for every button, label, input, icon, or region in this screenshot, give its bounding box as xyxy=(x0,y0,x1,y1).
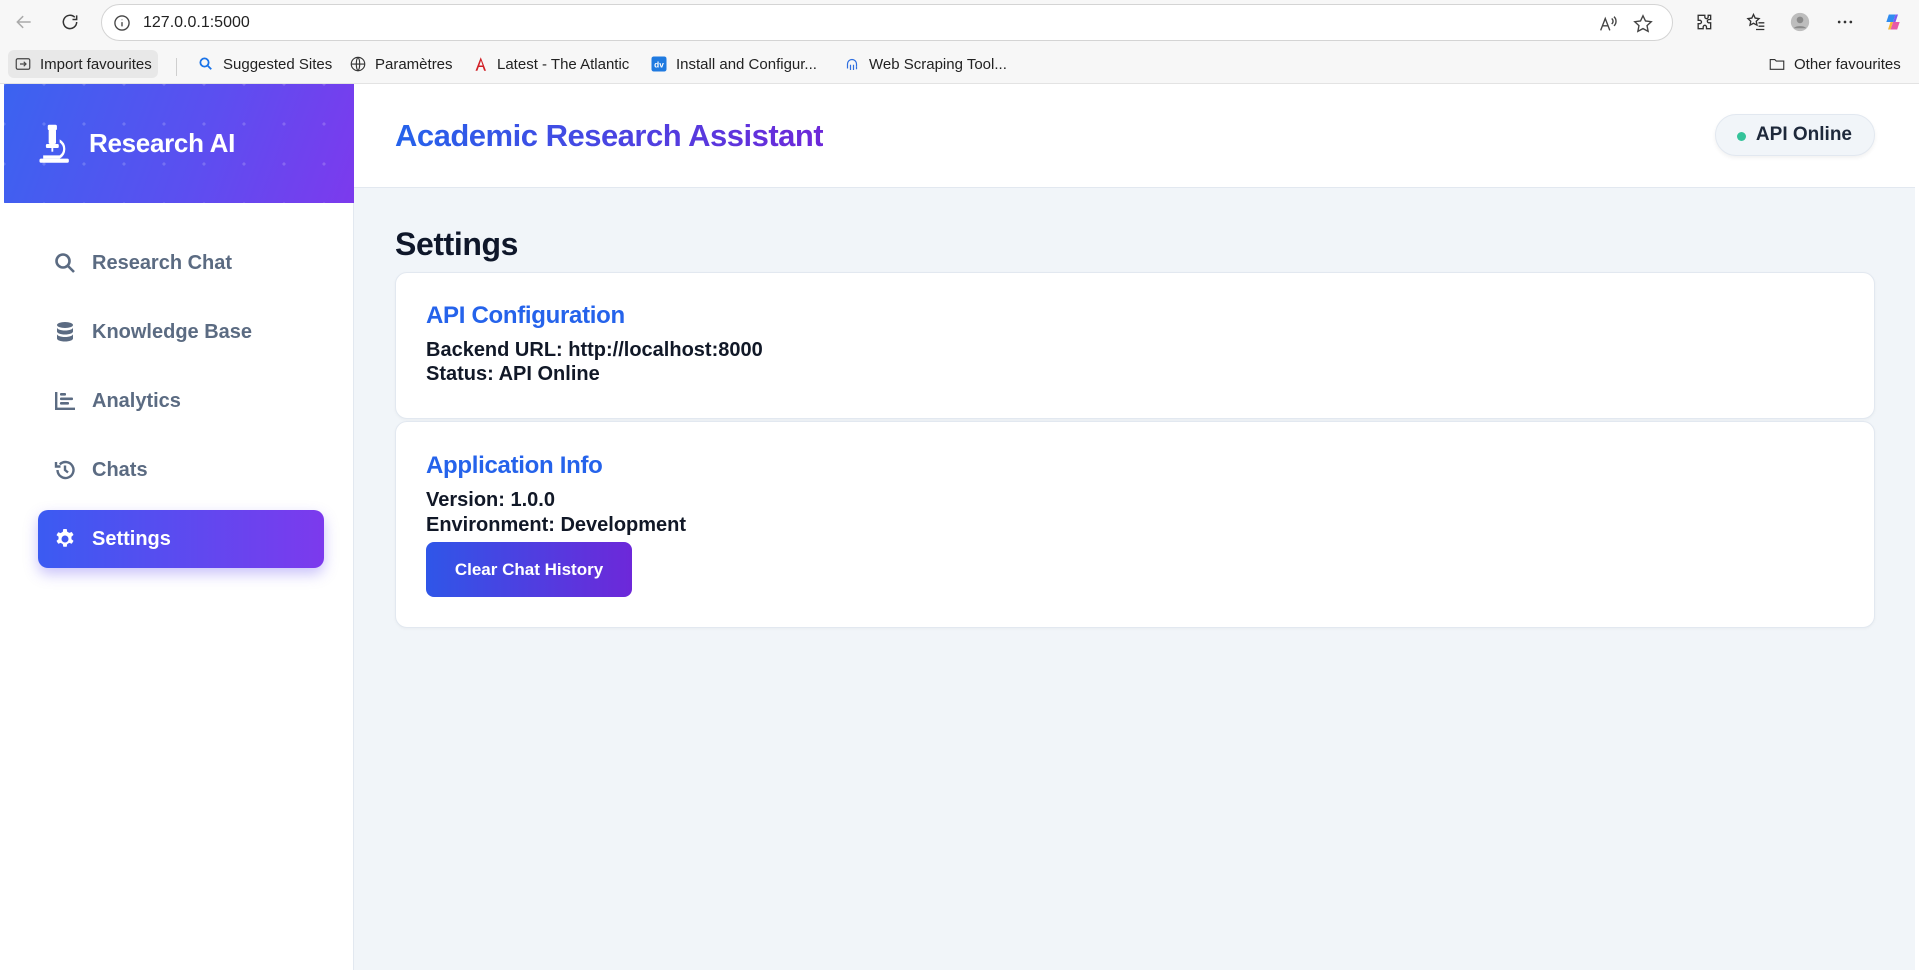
browser-toolbar: 127.0.0.1:5000 xyxy=(0,0,1919,44)
history-icon xyxy=(52,457,78,483)
bar-chart-icon xyxy=(52,388,78,414)
favorites-button[interactable] xyxy=(1740,6,1772,38)
page-title: Settings xyxy=(395,226,519,262)
extensions-button[interactable] xyxy=(1688,6,1720,38)
bookmark-label: Web Scraping Tool... xyxy=(869,55,1007,73)
bookmark-the-atlantic[interactable]: Latest - The Atlantic xyxy=(465,50,635,78)
folder-icon xyxy=(1769,58,1785,70)
sidebar-nav: Research Chat Knowledge Base Analytics C… xyxy=(38,234,324,579)
favorite-star-icon[interactable] xyxy=(1632,13,1654,35)
sidebar-item-label: Chats xyxy=(92,458,148,481)
info-icon xyxy=(114,15,130,31)
reload-button[interactable] xyxy=(54,6,86,38)
bookmarks-bar: Import favourites Suggested Sites Paramè… xyxy=(0,46,1919,82)
brand-header: Research AI xyxy=(4,84,354,203)
bookmark-install-configure[interactable]: dv Install and Configur... xyxy=(644,50,823,78)
dv-logo-icon: dv xyxy=(651,56,667,72)
api-configuration-card: API Configuration Backend URL: http://lo… xyxy=(395,272,1875,419)
sidebar: Research AI Research Chat Knowledge Base… xyxy=(4,84,354,970)
bookmark-web-scraping-tool[interactable]: Web Scraping Tool... xyxy=(837,50,1013,78)
bookmark-label: Latest - The Atlantic xyxy=(497,55,630,73)
card-heading: API Configuration xyxy=(426,302,625,329)
globe-icon xyxy=(350,56,366,72)
status-dot-icon xyxy=(1736,132,1746,141)
bookmark-import-favourites[interactable]: Import favourites xyxy=(8,50,158,78)
bookmark-other-favourites[interactable]: Other favourites xyxy=(1762,50,1907,78)
application-info-card: Application Info Version: 1.0.0 Environm… xyxy=(395,421,1875,628)
more-menu-button[interactable] xyxy=(1829,6,1861,38)
sidebar-item-label: Analytics xyxy=(92,389,181,412)
brand-name: Research AI xyxy=(89,128,236,158)
browser-chrome: 127.0.0.1:5000 Import favourites Suggest… xyxy=(0,0,1919,84)
microscope-icon xyxy=(39,124,69,163)
sidebar-item-label: Knowledge Base xyxy=(92,320,253,343)
octopus-icon xyxy=(846,58,858,70)
import-icon xyxy=(15,58,31,70)
api-status-line: Status: API Online xyxy=(426,363,600,385)
app-header: Academic Research Assistant API Online xyxy=(354,84,1915,188)
search-icon xyxy=(199,57,212,70)
svg-text:dv: dv xyxy=(654,60,664,69)
bookmark-parametres[interactable]: Paramètres xyxy=(343,50,459,78)
sidebar-item-knowledge-base[interactable]: Knowledge Base xyxy=(38,303,324,361)
address-bar[interactable]: 127.0.0.1:5000 xyxy=(101,4,1673,41)
sidebar-item-label: Settings xyxy=(92,527,171,550)
environment-text: Environment: Development xyxy=(426,514,687,536)
bookmark-label: Paramètres xyxy=(375,55,453,73)
bookmark-label: Suggested Sites xyxy=(223,55,333,73)
bookmark-suggested-sites[interactable]: Suggested Sites xyxy=(191,50,338,78)
search-icon xyxy=(52,250,78,276)
database-icon xyxy=(52,319,78,345)
bookmark-label: Import favourites xyxy=(40,55,152,73)
puzzle-icon xyxy=(1697,14,1712,30)
settings-page: Settings API Configuration Backend URL: … xyxy=(354,188,1915,970)
sidebar-item-analytics[interactable]: Analytics xyxy=(38,372,324,430)
url-text: 127.0.0.1:5000 xyxy=(143,14,250,31)
sidebar-item-settings[interactable]: Settings xyxy=(38,510,324,568)
more-dots-icon xyxy=(1837,20,1853,24)
page-header-title: Academic Research Assistant xyxy=(395,118,824,153)
copilot-button[interactable] xyxy=(1877,6,1909,38)
backend-url-text: Backend URL: http://localhost:8000 xyxy=(426,339,763,361)
api-status-text: API Online xyxy=(1755,124,1852,145)
clear-chat-history-button[interactable]: Clear Chat History xyxy=(426,542,632,597)
copilot-icon xyxy=(1886,14,1900,30)
back-button[interactable] xyxy=(8,6,40,38)
bookmark-label: Install and Configur... xyxy=(676,55,817,73)
atlantic-logo-icon xyxy=(475,57,486,71)
version-text: Version: 1.0.0 xyxy=(426,489,555,511)
card-heading: Application Info xyxy=(426,452,603,479)
read-aloud-icon[interactable] xyxy=(1597,13,1619,35)
sidebar-item-research-chat[interactable]: Research Chat xyxy=(38,234,324,292)
reload-icon xyxy=(62,14,78,30)
sidebar-item-chats[interactable]: Chats xyxy=(38,441,324,499)
avatar-icon xyxy=(1790,12,1810,32)
app-root: Research AI Research Chat Knowledge Base… xyxy=(4,84,1915,970)
bookmark-separator xyxy=(176,58,177,76)
favorites-list-icon xyxy=(1746,12,1765,31)
api-status-badge: API Online xyxy=(1714,114,1875,156)
gear-icon xyxy=(52,526,78,552)
bookmark-label: Other favourites xyxy=(1794,55,1901,73)
sidebar-item-label: Research Chat xyxy=(92,251,233,274)
arrow-left-icon xyxy=(16,15,31,29)
profile-button[interactable] xyxy=(1784,6,1816,38)
